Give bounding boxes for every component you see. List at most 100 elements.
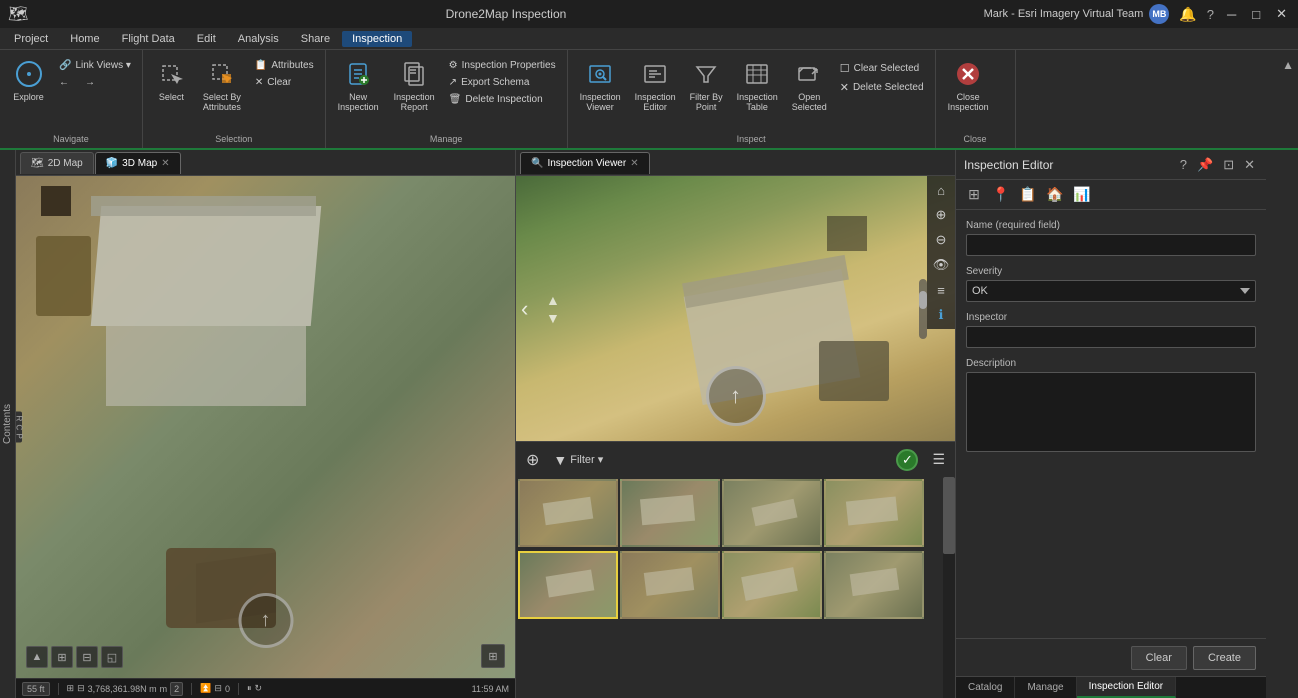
map-view[interactable]: ↑ ▲ ⊞ ⊟ ◱ ⊞ R C P xyxy=(16,176,515,678)
map-ctrl-up[interactable]: ▲ xyxy=(26,646,48,668)
viewer-scroll-handle[interactable] xyxy=(919,291,927,309)
menu-analysis[interactable]: Analysis xyxy=(228,31,289,47)
export-schema-button[interactable]: ↗ Export Schema xyxy=(444,75,561,90)
select-by-attributes-button[interactable]: Select ByAttributes xyxy=(197,54,247,116)
thumbnail-1[interactable] xyxy=(518,479,618,547)
etb-chart-btn[interactable]: 📊 xyxy=(1070,183,1094,207)
menu-inspection[interactable]: Inspection xyxy=(342,31,412,47)
close-insp-label: CloseInspection xyxy=(948,92,989,112)
inspection-table-button[interactable]: InspectionTable xyxy=(731,54,784,116)
inspection-report-button[interactable]: InspectionReport xyxy=(388,54,441,116)
map-ctrl-expand[interactable]: ⊞ xyxy=(51,646,73,668)
grid-btn[interactable]: ⊟ xyxy=(77,683,85,694)
open-selected-button[interactable]: OpenSelected xyxy=(786,54,833,116)
editor-pin-btn[interactable]: 📌 xyxy=(1194,155,1216,175)
viewer-tab-close[interactable]: ✕ xyxy=(630,158,638,169)
menu-share[interactable]: Share xyxy=(291,31,340,47)
clear-selection-button[interactable]: ✕ Clear xyxy=(250,75,319,90)
viewer-zoom-out-btn[interactable]: ⊖ xyxy=(929,228,953,252)
new-inspection-button[interactable]: NewInspection xyxy=(332,54,385,116)
editor-bottom-tabs: Catalog Manage Inspection Editor xyxy=(956,676,1266,698)
clear-button[interactable]: Clear xyxy=(1131,646,1187,670)
thumbnail-4[interactable] xyxy=(824,479,924,547)
ebt-inspection-editor[interactable]: Inspection Editor xyxy=(1077,677,1177,698)
ebt-catalog[interactable]: Catalog xyxy=(956,677,1015,698)
menu-home[interactable]: Home xyxy=(60,31,109,47)
etb-grid-btn[interactable]: ⊞ xyxy=(962,183,986,207)
thumbnail-6[interactable] xyxy=(620,551,720,619)
tab-3d-close[interactable]: ✕ xyxy=(161,158,169,169)
map-ctrl-grid[interactable]: ⊟ xyxy=(76,646,98,668)
viewer-layers-btn[interactable]: ≡ xyxy=(929,278,953,302)
close-button[interactable]: ✕ xyxy=(1273,6,1290,22)
ribbon-collapse-button[interactable]: ▲ xyxy=(1278,54,1298,76)
thumbnail-5[interactable] xyxy=(518,551,618,619)
play-btn[interactable]: ⏸ xyxy=(247,683,252,694)
etb-pin-btn[interactable]: 📍 xyxy=(989,183,1013,207)
name-input[interactable] xyxy=(966,234,1256,256)
menu-edit[interactable]: Edit xyxy=(187,31,226,47)
thumbnail-2[interactable] xyxy=(620,479,720,547)
viewer-down-btn[interactable]: ▼ xyxy=(546,310,560,326)
explore-button[interactable]: Explore xyxy=(6,54,51,106)
menu-flight-data[interactable]: Flight Data xyxy=(112,31,185,47)
etb-house-btn[interactable]: 🏠 xyxy=(1043,183,1067,207)
scale-selector[interactable]: 55 ft xyxy=(22,682,50,696)
minimize-button[interactable]: ─ xyxy=(1224,7,1239,22)
description-textarea[interactable] xyxy=(966,372,1256,452)
viewer-circle-nav[interactable]: ↑ xyxy=(706,366,766,426)
inspector-input[interactable] xyxy=(966,326,1256,348)
tab-2d-map[interactable]: 🗺 2D Map xyxy=(20,152,94,174)
viewer-zoom-in-btn[interactable]: ⊕ xyxy=(929,203,953,227)
inspection-properties-button[interactable]: ⚙ Inspection Properties xyxy=(444,58,561,73)
inspection-viewer-button[interactable]: InspectionViewer xyxy=(574,54,627,116)
viewer-up-btn[interactable]: ▲ xyxy=(546,292,560,308)
delete-inspection-button[interactable]: 🗑 Delete Inspection xyxy=(444,92,561,107)
selection-group-label: Selection xyxy=(143,132,325,146)
viewer-magnify-btn[interactable]: ⊕ xyxy=(522,448,543,472)
clear-selected-button[interactable]: ☐ Clear Selected xyxy=(835,60,929,77)
map-bottom-right-btn[interactable]: ⊞ xyxy=(481,644,505,668)
insp-table-icon xyxy=(741,58,773,90)
editor-help-btn[interactable]: ? xyxy=(1177,155,1190,174)
maximize-button[interactable]: □ xyxy=(1249,7,1263,22)
close-inspection-button[interactable]: CloseInspection xyxy=(942,54,995,116)
viewer-info-btn[interactable]: ℹ xyxy=(929,303,953,327)
editor-dock-btn[interactable]: ⊡ xyxy=(1220,155,1237,175)
zoom-in-btn[interactable]: ⏫ xyxy=(200,683,211,694)
forward-button[interactable]: → xyxy=(80,75,104,90)
clear-sel-label: Clear xyxy=(267,77,291,88)
notification-icon[interactable]: 🔔 xyxy=(1179,6,1196,23)
thumbnail-8[interactable] xyxy=(824,551,924,619)
link-views-button[interactable]: 🔗 Link Views ▾ xyxy=(54,58,136,73)
inspection-editor-button[interactable]: InspectionEditor xyxy=(629,54,682,116)
refresh-btn[interactable]: ↻ xyxy=(254,683,262,694)
attributes-button[interactable]: 📋 Attributes xyxy=(250,58,319,73)
thumb-scroll-handle[interactable] xyxy=(943,477,955,554)
severity-select[interactable]: OK Low Medium High Critical xyxy=(966,280,1256,302)
map-ctrl-layers[interactable]: ◱ xyxy=(101,646,123,668)
help-icon[interactable]: ? xyxy=(1207,7,1214,22)
create-button[interactable]: Create xyxy=(1193,646,1256,670)
filter-by-point-button[interactable]: Filter ByPoint xyxy=(684,54,729,116)
ebt-manage[interactable]: Manage xyxy=(1015,677,1076,698)
user-avatar[interactable]: MB xyxy=(1149,4,1169,24)
tab-3d-map[interactable]: 🧊 3D Map ✕ xyxy=(95,152,181,174)
thumbnail-3[interactable] xyxy=(722,479,822,547)
thumbnail-7[interactable] xyxy=(722,551,822,619)
viewer-eye-btn[interactable]: 👁 xyxy=(929,253,953,277)
viewer-list-btn[interactable]: ☰ xyxy=(928,449,949,470)
delete-selected-button[interactable]: ✕ Delete Selected xyxy=(835,79,929,96)
back-button[interactable]: ← xyxy=(54,75,78,90)
viewer-check-btn[interactable]: ✓ xyxy=(896,449,918,471)
select-button[interactable]: Select xyxy=(149,54,194,106)
menu-project[interactable]: Project xyxy=(4,31,58,47)
editor-close-btn[interactable]: ✕ xyxy=(1241,155,1258,175)
map-nav-circle[interactable]: ↑ xyxy=(238,593,293,648)
tab-inspection-viewer[interactable]: 🔍 Inspection Viewer ✕ xyxy=(520,152,650,174)
viewer-home-btn[interactable]: ⌂ xyxy=(929,178,953,202)
viewer-prev-btn[interactable]: ‹ xyxy=(521,296,528,322)
zoom-value: 0 xyxy=(225,684,230,694)
viewer-filter-btn[interactable]: ▼ Filter ▾ xyxy=(549,450,607,470)
etb-list-btn[interactable]: 📋 xyxy=(1016,183,1040,207)
